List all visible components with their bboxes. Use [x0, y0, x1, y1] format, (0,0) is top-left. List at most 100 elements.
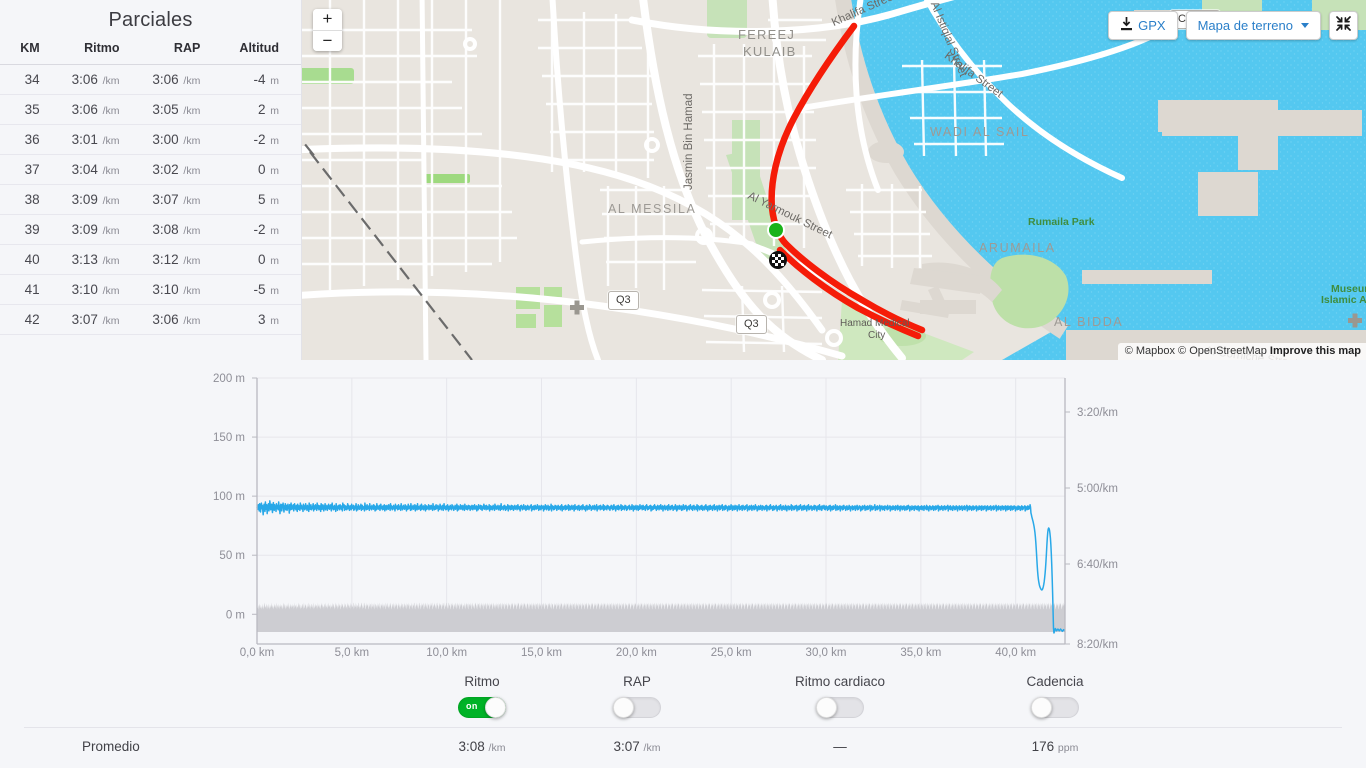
metric-toggle-rap: RAP	[542, 674, 732, 723]
toggle-switch[interactable]: on	[458, 697, 506, 718]
route-map[interactable]: FEREEJ KULAIB Khalifa Street Al Istiqlal St…	[302, 0, 1366, 360]
cell-altitud: 5 m	[217, 184, 301, 215]
cell-rap: 3:08 /km	[139, 214, 218, 245]
table-row[interactable]: 36 3:01 /km 3:00 /km -2 m	[0, 124, 301, 155]
cell-rap: 3:06 /km	[139, 304, 218, 335]
splits-panel: Parciales KM Ritmo RAP Altitud 34 3:06 /k…	[0, 0, 302, 360]
average-row: Promedio 3:08 /km 3:07 /km —176 ppm	[24, 727, 1342, 767]
column-header-altitud: Altitud	[239, 41, 279, 55]
table-row[interactable]: 39 3:09 /km 3:08 /km -2 m	[0, 214, 301, 245]
average-value: 176 ppm	[1031, 739, 1079, 754]
average-label: Promedio	[82, 739, 140, 754]
map-zoom-controls[interactable]: + −	[313, 9, 342, 51]
cell-rap: 3:06 /km	[139, 64, 218, 95]
svg-text:3:20/km: 3:20/km	[1077, 407, 1118, 419]
map-attribution: © Mapbox © OpenStreetMap Improve this ma…	[1117, 343, 1366, 360]
cell-km: 34	[0, 64, 62, 95]
collapse-arrows-icon	[1336, 15, 1351, 36]
table-row[interactable]: 38 3:09 /km 3:07 /km 5 m	[0, 184, 301, 215]
zoom-out-button[interactable]: −	[313, 30, 342, 51]
toggle-knob	[485, 697, 506, 718]
metric-controls-panel: Ritmo on RAP Ritmo cardiaco Cadencia Promedi…	[0, 662, 1366, 768]
chevron-down-icon	[1301, 23, 1309, 28]
cell-ritmo: 3:10 /km	[61, 274, 140, 305]
cell-altitud: 3 m	[217, 304, 301, 335]
table-row[interactable]: 40 3:13 /km 3:12 /km 0 m	[0, 244, 301, 275]
cell-altitud: -4 m	[217, 64, 301, 95]
svg-text:25,0 km: 25,0 km	[711, 647, 752, 659]
metric-toggles-row: Ritmo on RAP Ritmo cardiaco Cadencia	[0, 662, 1366, 727]
chart-canvas: 0 m 50 m 100 m 150 m 200 m 0,0 km 5,0 km 10,0 k…	[213, 373, 1118, 659]
table-row[interactable]: 34 3:06 /km 3:06 /km -4 m	[0, 64, 301, 95]
cell-km: 37	[0, 154, 62, 185]
svg-text:6:40/km: 6:40/km	[1077, 559, 1118, 571]
svg-text:20,0 km: 20,0 km	[616, 647, 657, 659]
cell-ritmo: 3:07 /km	[61, 304, 140, 335]
cell-rap: 3:05 /km	[139, 94, 218, 125]
cell-altitud: -2 m	[217, 214, 301, 245]
cell-rap: 3:07 /km	[139, 184, 218, 215]
splits-table-head: KM Ritmo RAP Altitud	[0, 40, 301, 65]
cell-km: 41	[0, 274, 62, 305]
column-header-ritmo: Ritmo	[84, 41, 120, 55]
table-row[interactable]: 35 3:06 /km 3:05 /km 2 m	[0, 94, 301, 125]
start-marker	[769, 223, 783, 237]
cell-ritmo: 3:09 /km	[61, 214, 140, 245]
toggle-knob	[816, 697, 837, 718]
splits-header-row: KM Ritmo RAP Altitud	[0, 40, 301, 65]
svg-text:15,0 km: 15,0 km	[521, 647, 562, 659]
average-value: 3:07 /km	[613, 739, 661, 754]
finish-marker	[769, 251, 787, 269]
metric-toggle-ritmo-cardiaco: Ritmo cardiaco	[745, 674, 935, 723]
toggle-knob	[1031, 697, 1052, 718]
cell-rap: 3:10 /km	[139, 274, 218, 305]
cell-rap: 3:12 /km	[139, 244, 218, 275]
fullscreen-toggle-button[interactable]	[1329, 11, 1358, 40]
cell-altitud: 0 m	[217, 154, 301, 185]
toggle-switch[interactable]	[613, 697, 661, 718]
chart-elevation-area	[257, 602, 1065, 632]
cell-ritmo: 3:01 /km	[61, 124, 140, 155]
gpx-label: GPX	[1138, 18, 1166, 33]
cell-ritmo: 3:06 /km	[61, 64, 140, 95]
elevation-pace-chart[interactable]: 0 m 50 m 100 m 150 m 200 m 0,0 km 5,0 km 10,0 k…	[0, 360, 1366, 660]
cell-km: 39	[0, 214, 62, 245]
cell-rap: 3:00 /km	[139, 124, 218, 155]
svg-text:10,0 km: 10,0 km	[426, 647, 467, 659]
basemap-select-button[interactable]: Mapa de terreno	[1185, 11, 1321, 40]
cell-altitud: -5 m	[217, 274, 301, 305]
cell-km: 36	[0, 124, 62, 155]
cell-km: 40	[0, 244, 62, 275]
map-canvas	[302, 0, 1366, 360]
svg-text:0,0 km: 0,0 km	[240, 647, 275, 659]
cell-altitud: -2 m	[217, 124, 301, 155]
improve-map-link[interactable]: Improve this map	[1270, 345, 1361, 357]
cell-ritmo: 3:09 /km	[61, 184, 140, 215]
svg-text:100 m: 100 m	[213, 491, 245, 503]
svg-text:50 m: 50 m	[219, 550, 245, 562]
svg-text:40,0 km: 40,0 km	[995, 647, 1036, 659]
toggle-switch[interactable]	[816, 697, 864, 718]
splits-table-body: 34 3:06 /km 3:06 /km -4 m 35 3:06 /km 3:05 /km…	[0, 64, 301, 335]
cell-altitud: 0 m	[217, 244, 301, 275]
table-row[interactable]: 37 3:04 /km 3:02 /km 0 m	[0, 154, 301, 185]
svg-text:5:00/km: 5:00/km	[1077, 483, 1118, 495]
zoom-in-button[interactable]: +	[313, 9, 342, 30]
column-header-rap: RAP	[173, 41, 201, 55]
svg-text:200 m: 200 m	[213, 373, 245, 385]
column-header-km: KM	[20, 41, 40, 55]
cell-altitud: 2 m	[217, 94, 301, 125]
basemap-label: Mapa de terreno	[1197, 18, 1293, 33]
svg-text:35,0 km: 35,0 km	[900, 647, 941, 659]
cell-rap: 3:02 /km	[139, 154, 218, 185]
cell-ritmo: 3:04 /km	[61, 154, 140, 185]
toggle-switch[interactable]	[1031, 697, 1079, 718]
table-row[interactable]: 41 3:10 /km 3:10 /km -5 m	[0, 274, 301, 305]
table-row[interactable]: 42 3:07 /km 3:06 /km 3 m	[0, 304, 301, 335]
svg-text:0 m: 0 m	[226, 609, 245, 621]
toggle-label: Cadencia	[1026, 674, 1084, 689]
download-icon	[1120, 17, 1133, 34]
splits-table: KM Ritmo RAP Altitud 34 3:06 /km 3:06 /km -…	[0, 40, 301, 335]
cell-km: 35	[0, 94, 62, 125]
gpx-download-button[interactable]: GPX	[1108, 11, 1178, 40]
